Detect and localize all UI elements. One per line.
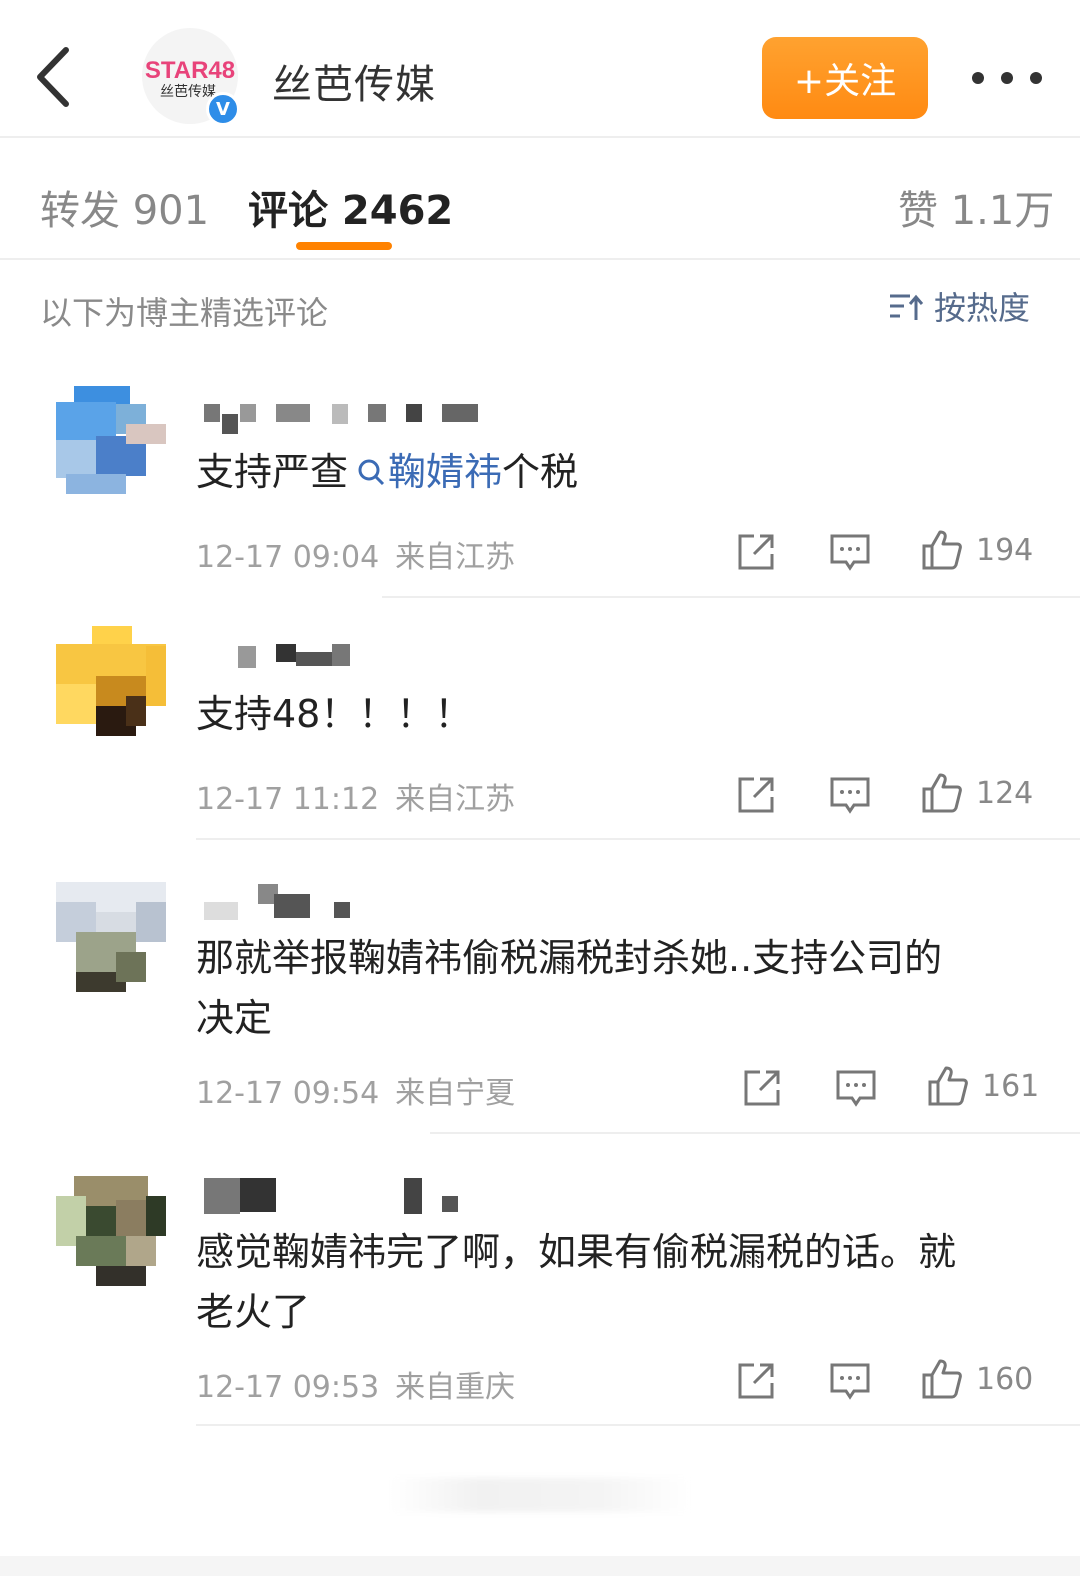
- more-dot: [972, 72, 984, 84]
- comment-date: 12-17 09:04: [196, 540, 380, 575]
- thumbs-up-icon: [922, 773, 962, 813]
- like-button[interactable]: 161: [926, 1064, 1039, 1108]
- thumbs-up-icon: [922, 1359, 962, 1399]
- comment-location: 来自重庆: [395, 1370, 516, 1405]
- active-tab-indicator: [296, 242, 392, 250]
- commenter-avatar[interactable]: [56, 882, 166, 992]
- tab-likes[interactable]: 赞 1.1万: [898, 178, 1054, 236]
- reply-button[interactable]: [828, 773, 872, 817]
- comment-icon: [830, 1363, 870, 1400]
- more-dot: [1001, 72, 1013, 84]
- comment-text: 那就举报鞠婧祎偷税漏税封杀她..支持公司的 决定: [196, 928, 1046, 1048]
- verified-badge-icon: V: [206, 92, 240, 126]
- bottom-edge: [0, 1556, 1080, 1576]
- loading-hint-blur: [390, 1478, 690, 1512]
- comment-location: 来自江苏: [395, 540, 516, 575]
- divider: [196, 1424, 1080, 1426]
- like-button[interactable]: 194: [920, 528, 1033, 572]
- sort-icon: [890, 294, 924, 320]
- chevron-left-icon: [37, 47, 69, 107]
- commenter-avatar[interactable]: [56, 626, 166, 736]
- like-count: 160: [976, 1361, 1034, 1397]
- reply-button[interactable]: [834, 1066, 878, 1110]
- share-icon: [738, 1363, 774, 1399]
- comment-meta: 12-17 11:12 来自江苏: [196, 774, 515, 818]
- topic-link-text: 鞠婧祎: [388, 450, 503, 494]
- comment-line: 那就举报鞠婧祎偷税漏税封杀她..支持公司的: [196, 936, 943, 980]
- account-avatar[interactable]: STAR48 丝芭传媒 V: [142, 28, 240, 126]
- comment-text-part: 支持严查: [196, 450, 349, 494]
- comment-date: 12-17 09:54: [196, 1076, 380, 1111]
- thumbs-up-icon: [922, 530, 962, 570]
- like-count: 194: [976, 532, 1034, 568]
- comment-meta: 12-17 09:04 来自江苏: [196, 532, 515, 576]
- comment-text: 支持48！！！！: [196, 692, 473, 736]
- share-icon: [738, 534, 774, 570]
- commenter-avatar[interactable]: [56, 1176, 166, 1286]
- share-button[interactable]: [734, 1359, 778, 1403]
- comment-text-part: 个税: [502, 450, 579, 494]
- featured-comments-note: 以下为博主精选评论: [40, 294, 329, 332]
- like-count: 124: [976, 775, 1034, 811]
- like-button[interactable]: 160: [920, 1357, 1033, 1401]
- comment-line: 决定: [196, 996, 273, 1040]
- comment-line: 感觉鞠婧祎完了啊，如果有偷税漏税的话。就: [196, 1230, 957, 1274]
- verified-mark: V: [216, 98, 230, 120]
- share-button[interactable]: [734, 530, 778, 574]
- comment-icon: [830, 534, 870, 571]
- sort-by-hot-button[interactable]: 按热度: [888, 284, 1030, 328]
- comment-line: 老火了: [196, 1290, 311, 1334]
- divider: [430, 1132, 1080, 1134]
- divider: [382, 596, 1080, 598]
- account-name[interactable]: 丝芭传媒: [272, 52, 436, 110]
- more-dot: [1030, 72, 1042, 84]
- tab-comments[interactable]: 评论 2462: [248, 178, 453, 236]
- thumbs-up-icon: [928, 1066, 968, 1106]
- tab-bar: 转发 901 评论 2462 赞 1.1万: [0, 140, 1080, 260]
- svg-text:丝芭传媒: 丝芭传媒: [160, 83, 216, 100]
- comment-location: 来自江苏: [395, 782, 516, 817]
- back-button[interactable]: [26, 42, 86, 112]
- comment-icon: [836, 1070, 876, 1107]
- like-button[interactable]: 124: [920, 771, 1033, 815]
- comment-icon: [830, 777, 870, 814]
- svg-text:STAR48: STAR48: [145, 57, 235, 84]
- reply-button[interactable]: [828, 530, 872, 574]
- like-count: 161: [982, 1068, 1040, 1104]
- sort-label: 按热度: [934, 289, 1031, 327]
- comment-location: 来自宁夏: [395, 1076, 516, 1111]
- follow-button[interactable]: +关注: [762, 37, 928, 119]
- share-icon: [744, 1070, 780, 1106]
- search-icon: [358, 459, 385, 486]
- commenter-avatar[interactable]: [56, 384, 166, 494]
- comment-text: 支持严查 鞠婧祎个税: [196, 442, 1046, 502]
- share-icon: [738, 777, 774, 813]
- topic-link[interactable]: 鞠婧祎: [348, 450, 502, 494]
- comment-date: 12-17 09:53: [196, 1370, 380, 1405]
- comment-date: 12-17 11:12: [196, 782, 380, 817]
- comment-text: 感觉鞠婧祎完了啊，如果有偷税漏税的话。就 老火了: [196, 1222, 1046, 1342]
- reply-button[interactable]: [828, 1359, 872, 1403]
- tab-repost[interactable]: 转发 901: [40, 178, 209, 236]
- share-button[interactable]: [740, 1066, 784, 1110]
- share-button[interactable]: [734, 773, 778, 817]
- top-bar: STAR48 丝芭传媒 V 丝芭传媒 +关注: [0, 0, 1080, 138]
- more-button[interactable]: [972, 60, 1042, 96]
- comment-meta: 12-17 09:53 来自重庆: [196, 1362, 515, 1406]
- comment-meta: 12-17 09:54 来自宁夏: [196, 1068, 515, 1112]
- divider: [196, 838, 1080, 840]
